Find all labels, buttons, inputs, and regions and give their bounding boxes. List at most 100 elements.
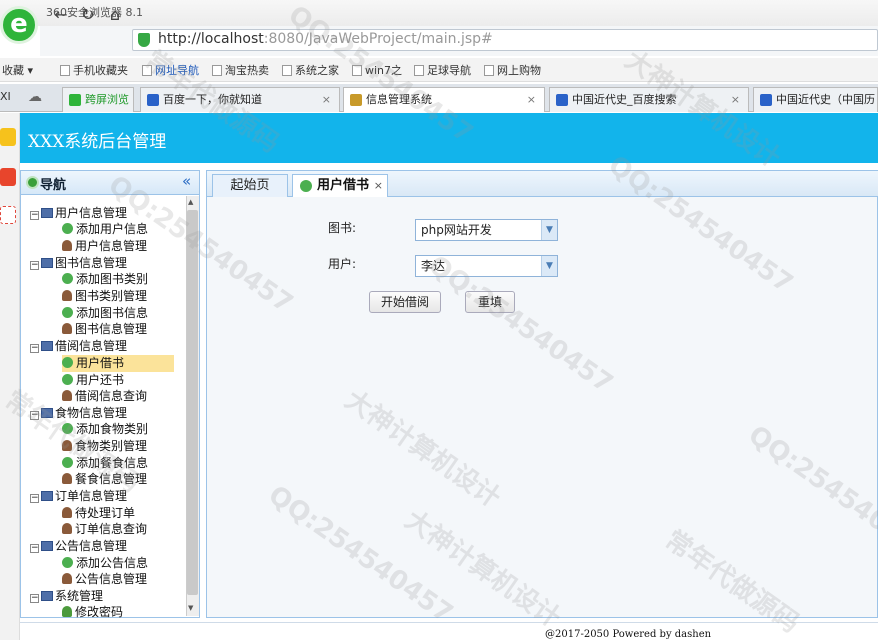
- nav-group-food[interactable]: − 食物信息管理: [30, 405, 127, 422]
- favorites-star-icon[interactable]: [0, 128, 16, 146]
- user-icon: [62, 573, 72, 584]
- nav-group-book[interactable]: − 图书信息管理: [30, 255, 127, 272]
- browser-tab[interactable]: 中国近代史_百度搜索 ×: [549, 87, 749, 112]
- copyright-text: @2017-2050 Powered by dashen: [545, 629, 712, 640]
- url-path: :8080/JavaWebProject/main.jsp#: [263, 31, 493, 47]
- bookmark-icon: [282, 65, 292, 76]
- weibo-icon[interactable]: [0, 168, 16, 186]
- user-icon: [62, 523, 72, 534]
- nav-item-borrow-selected[interactable]: 用户借书: [62, 355, 174, 372]
- collapse-box-icon[interactable]: −: [30, 594, 39, 603]
- collapse-box-icon[interactable]: −: [30, 544, 39, 553]
- add-icon: [62, 457, 73, 468]
- close-tab-icon[interactable]: ×: [527, 88, 536, 112]
- nav-item-meal-manage[interactable]: 餐食信息管理: [62, 471, 147, 488]
- nav-item-add-meal[interactable]: 添加餐食信息: [62, 455, 148, 472]
- collapse-icon[interactable]: «: [182, 172, 191, 190]
- nav-item-order-query[interactable]: 订单信息查询: [62, 521, 147, 538]
- nav-item-return[interactable]: 用户还书: [62, 372, 124, 389]
- browser-tab[interactable]: 中国近代史（中国历: [753, 87, 878, 112]
- address-url[interactable]: http://localhost:8080/JavaWebProject/mai…: [158, 31, 493, 47]
- page-footer: [20, 622, 878, 640]
- nav-title: 导航: [40, 178, 67, 193]
- bookmark-item[interactable]: 网址导航: [142, 62, 199, 78]
- nav-item-notice-manage[interactable]: 公告信息管理: [62, 571, 147, 588]
- bookmark-icon: [484, 65, 494, 76]
- baidu-paw-icon: [760, 94, 772, 106]
- cloud-icon[interactable]: ☁: [28, 89, 42, 105]
- nav-item-change-password[interactable]: 修改密码: [62, 604, 123, 618]
- browser-tab[interactable]: 百度一下，你就知道 ×: [140, 87, 340, 112]
- close-tab-icon[interactable]: ×: [374, 175, 383, 197]
- tab-favicon-icon: [69, 94, 81, 106]
- back-arrow-icon[interactable]: ←: [50, 4, 72, 26]
- bookmark-item[interactable]: win7之: [352, 62, 402, 78]
- collapse-box-icon[interactable]: −: [30, 494, 39, 503]
- tabs-prefix: XI: [0, 90, 11, 103]
- mail-icon[interactable]: [0, 206, 16, 224]
- collapse-box-icon[interactable]: −: [30, 411, 39, 420]
- chevron-down-icon[interactable]: ▼: [541, 256, 557, 276]
- user-icon: [62, 473, 72, 484]
- home-icon[interactable]: ⌂: [104, 4, 126, 26]
- bookmark-item[interactable]: 手机收藏夹: [60, 62, 128, 78]
- chevron-down-icon[interactable]: ▼: [541, 220, 557, 240]
- nav-item-add-book-type[interactable]: 添加图书类别: [62, 271, 148, 288]
- start-borrow-button[interactable]: 开始借阅: [369, 291, 441, 313]
- nav-globe-icon: [26, 176, 39, 189]
- collapse-box-icon[interactable]: −: [30, 344, 39, 353]
- nav-item-book-type-manage[interactable]: 图书类别管理: [62, 288, 147, 305]
- add-icon: [62, 307, 73, 318]
- bookmark-item[interactable]: 收藏 ▾: [2, 62, 33, 78]
- bookmark-icon: [60, 65, 70, 76]
- nav-item-add-food-type[interactable]: 添加食物类别: [62, 421, 148, 438]
- nav-item-add-book[interactable]: 添加图书信息: [62, 305, 148, 322]
- nav-item-food-type-manage[interactable]: 食物类别管理: [62, 438, 147, 455]
- nav-group-borrow[interactable]: − 借阅信息管理: [30, 338, 127, 355]
- bookmark-icon: [142, 65, 152, 76]
- nav-group-notice[interactable]: − 公告信息管理: [30, 538, 127, 555]
- nav-group-system[interactable]: − 系统管理: [30, 588, 103, 605]
- browser-logo-icon[interactable]: e: [0, 6, 38, 44]
- nav-scrollbar-thumb[interactable]: [187, 210, 198, 595]
- bookmark-item[interactable]: 网上购物: [484, 62, 541, 78]
- scroll-up-icon[interactable]: ▲: [188, 198, 193, 206]
- close-tab-icon[interactable]: ×: [322, 88, 331, 112]
- browser-tab-active[interactable]: 信息管理系统 ×: [343, 87, 545, 112]
- scroll-down-icon[interactable]: ▼: [188, 604, 193, 612]
- bookmark-item[interactable]: 足球导航: [414, 62, 471, 78]
- nav-item-add-notice[interactable]: 添加公告信息: [62, 555, 148, 572]
- bookmark-item[interactable]: 系统之家: [282, 62, 339, 78]
- book-select[interactable]: php网站开发 ▼: [415, 219, 558, 241]
- tab-home[interactable]: 起始页: [212, 174, 288, 197]
- tab-user-borrow[interactable]: 用户借书 ×: [292, 174, 388, 197]
- add-icon: [62, 357, 73, 368]
- nav-item-add-user[interactable]: 添加用户信息: [62, 221, 148, 238]
- close-tab-icon[interactable]: ×: [731, 88, 740, 112]
- nav-group-order[interactable]: − 订单信息管理: [30, 488, 127, 505]
- computer-icon: [41, 491, 53, 501]
- bookmark-icon: [212, 65, 222, 76]
- user-icon: [62, 440, 72, 451]
- nav-group-user[interactable]: − 用户信息管理: [30, 205, 127, 222]
- nav-item-borrow-query[interactable]: 借阅信息查询: [62, 388, 147, 405]
- add-icon: [62, 423, 73, 434]
- browser-tab[interactable]: 跨屏浏览: [62, 87, 134, 112]
- computer-icon: [41, 208, 53, 218]
- collapse-box-icon[interactable]: −: [30, 261, 39, 270]
- nav-item-book-manage[interactable]: 图书信息管理: [62, 321, 147, 338]
- collapse-box-icon[interactable]: −: [30, 211, 39, 220]
- pencil-icon: [62, 606, 72, 617]
- user-select[interactable]: 李达 ▼: [415, 255, 558, 277]
- bookmark-item[interactable]: 淘宝热卖: [212, 62, 269, 78]
- nav-item-user-manage[interactable]: 用户信息管理: [62, 238, 147, 255]
- reset-button[interactable]: 重填: [465, 291, 515, 313]
- url-host: http://localhost: [158, 31, 264, 47]
- refresh-icon[interactable]: ↻: [77, 4, 99, 26]
- book-label: 图书:: [328, 221, 357, 235]
- user-icon: [62, 290, 72, 301]
- computer-icon: [41, 541, 53, 551]
- page-title: XXX系统后台管理: [28, 132, 167, 152]
- nav-item-pending-orders[interactable]: 待处理订单: [62, 505, 135, 522]
- bookmark-icon: [352, 65, 362, 76]
